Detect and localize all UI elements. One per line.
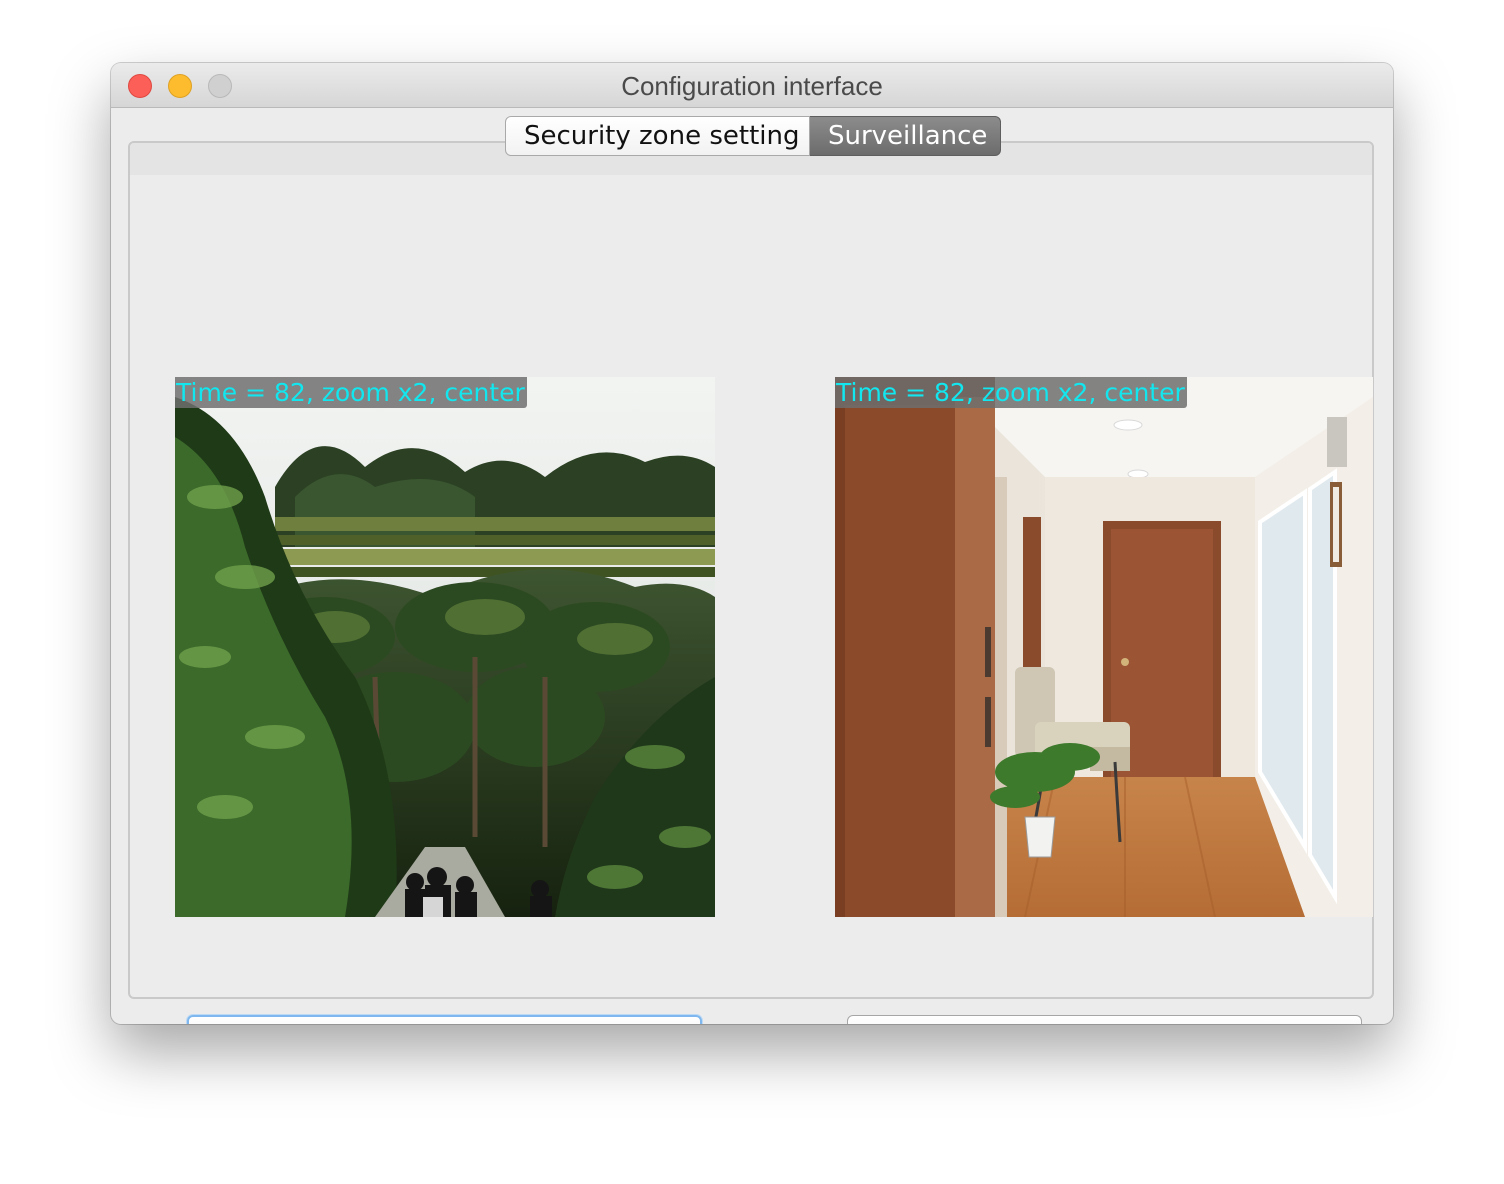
- camera-2-feed: Time = 82, zoom x2, center: [835, 377, 1373, 917]
- camera-2-overlay-text: Time = 82, zoom x2, center: [835, 377, 1187, 408]
- camera-1-button[interactable]: Camera 1: [187, 1015, 702, 1024]
- camera-2-button[interactable]: Camera 2: [847, 1015, 1362, 1024]
- tab-surveillance[interactable]: Surveillance: [810, 116, 1001, 156]
- camera-1-image: [175, 377, 715, 917]
- tab-security-zone-setting[interactable]: Security zone setting: [505, 116, 810, 156]
- camera-1-feed: Time = 82, zoom x2, center: [175, 377, 715, 917]
- tab-bar: Security zone setting Surveillance: [505, 116, 1001, 156]
- tab-content-panel: Time = 82, zoom x2, center Time = 82, zo…: [128, 141, 1374, 1024]
- camera-2-image: [835, 377, 1373, 917]
- window-title: Configuration interface: [621, 71, 883, 101]
- app-window: Configuration interface Time = 82, zoom …: [111, 63, 1393, 1024]
- camera-1-overlay-text: Time = 82, zoom x2, center: [175, 377, 527, 408]
- title-bar[interactable]: Configuration interface: [111, 63, 1393, 108]
